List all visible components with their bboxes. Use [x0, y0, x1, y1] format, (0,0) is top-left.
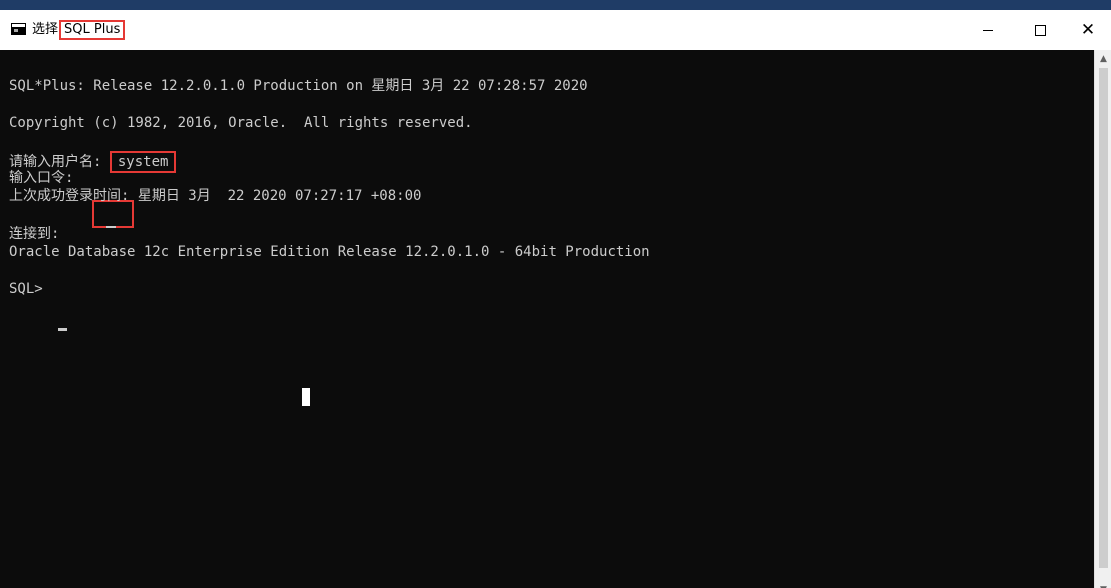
username-prompt: 请输入用户名: — [9, 154, 102, 170]
prompt-caret — [58, 328, 67, 331]
scroll-up-arrow-icon[interactable]: ▲ — [1095, 50, 1111, 67]
password-prompt: 输入口令: — [9, 170, 74, 186]
window-title: 选择 SQL Plus — [32, 20, 126, 40]
title-app-name: SQL Plus — [59, 20, 126, 40]
title-prefix: 选择 — [32, 22, 59, 37]
database-line: Oracle Database 12c Enterprise Edition R… — [9, 244, 650, 260]
console-window-icon[interactable] — [11, 23, 26, 35]
vertical-scrollbar[interactable]: ▲ ▼ — [1094, 50, 1111, 588]
scroll-down-arrow-icon[interactable]: ▼ — [1095, 581, 1111, 588]
last-login-line: 上次成功登录时间: 星期日 3月 22 2020 07:27:17 +08:00 — [9, 188, 422, 204]
mouse-text-cursor — [302, 388, 310, 406]
console-output[interactable]: SQL*Plus: Release 12.2.0.1.0 Production … — [0, 50, 1094, 588]
minimize-button[interactable] — [965, 10, 1011, 50]
title-bar[interactable]: 选择 SQL Plus ✕ — [0, 10, 1111, 50]
close-button[interactable]: ✕ — [1065, 10, 1111, 50]
sqlplus-window: 选择 SQL Plus ✕ SQL*Plus: Release 12.2.0.1.… — [0, 0, 1111, 588]
scroll-thumb[interactable] — [1099, 68, 1108, 568]
username-value: system — [109, 151, 177, 173]
banner-line: SQL*Plus: Release 12.2.0.1.0 Production … — [9, 78, 588, 94]
password-caret — [106, 226, 116, 228]
sql-prompt[interactable]: SQL> — [9, 280, 51, 298]
maximize-button[interactable] — [1017, 10, 1063, 50]
connected-line: 连接到: — [9, 226, 60, 242]
copyright-line: Copyright (c) 1982, 2016, Oracle. All ri… — [9, 115, 473, 131]
